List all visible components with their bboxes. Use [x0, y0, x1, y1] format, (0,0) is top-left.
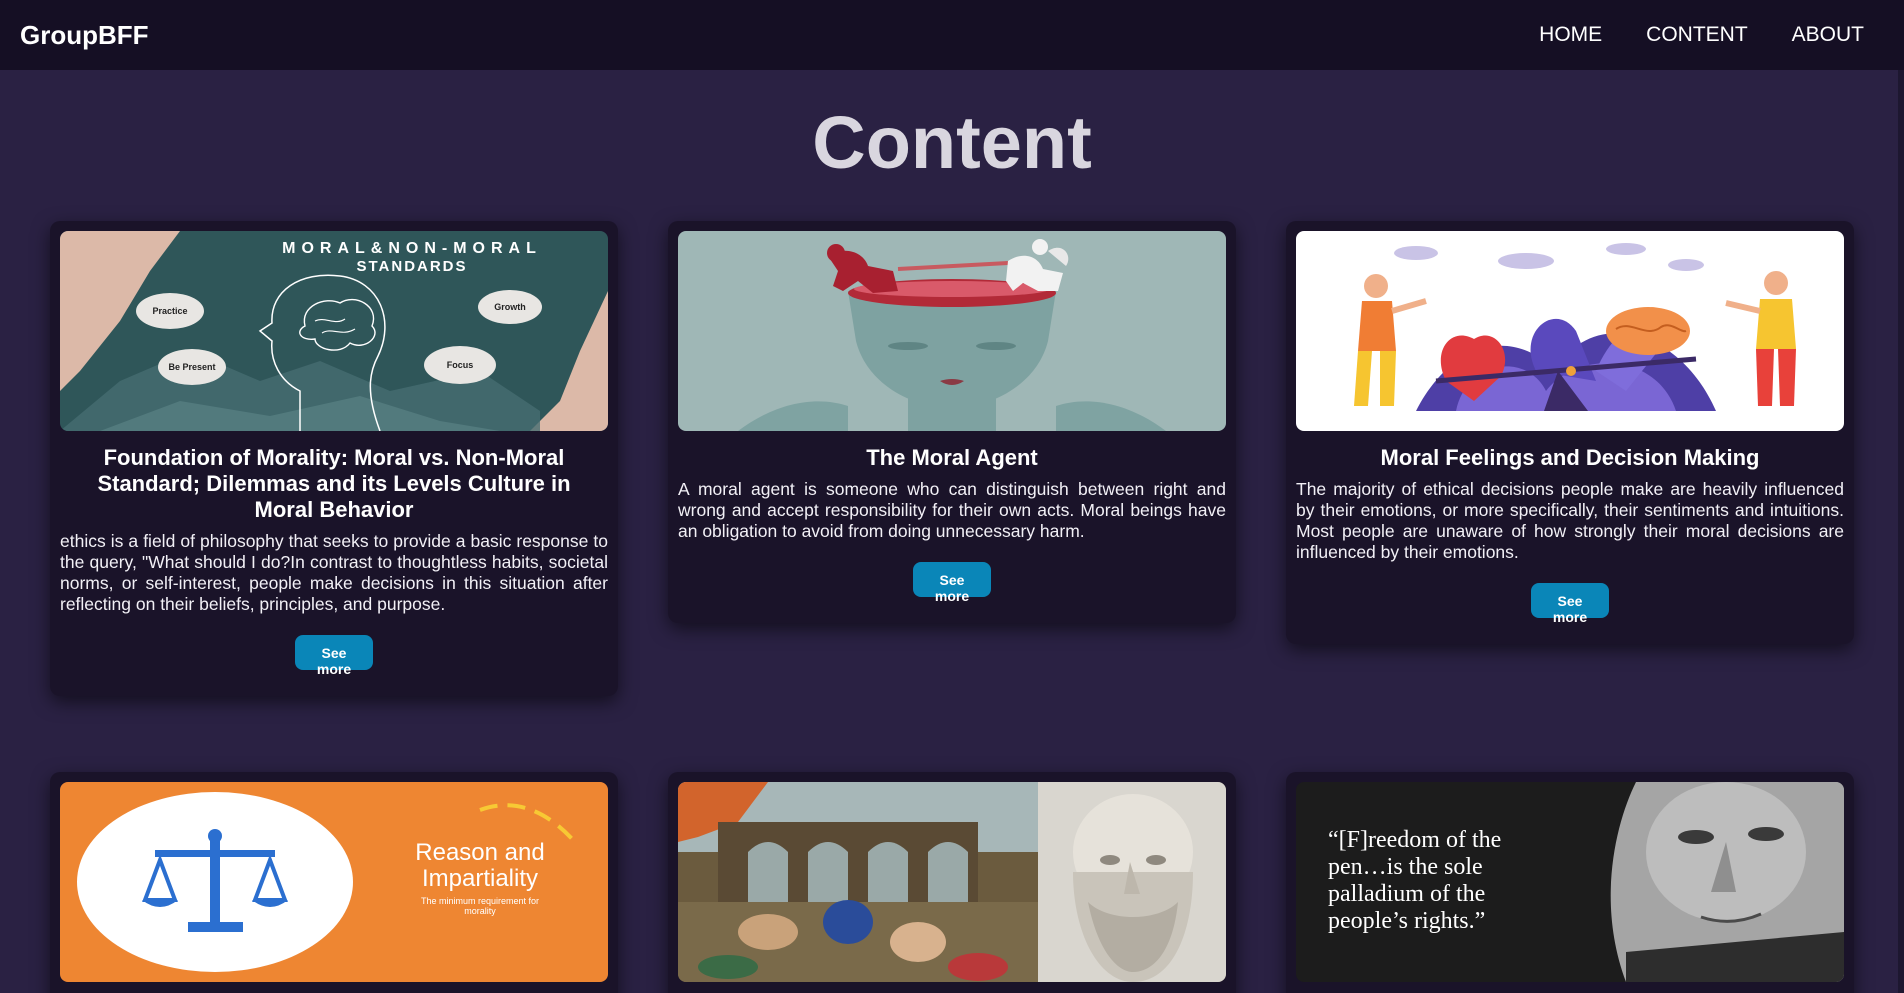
- see-more-button[interactable]: See more: [295, 635, 373, 677]
- top-navbar: GroupBFF HOME CONTENT ABOUT: [0, 0, 1904, 70]
- nav-content-link[interactable]: CONTENT: [1646, 23, 1748, 47]
- page-scrollbar[interactable]: [1898, 70, 1904, 993]
- svg-text:Focus: Focus: [447, 360, 474, 370]
- content-card: MORAL&NON-MORAL STANDARDS Practice Growt…: [50, 221, 618, 696]
- card-title: Moral Feelings and Decision Making: [1380, 445, 1760, 470]
- card-description: ethics is a field of philosophy that see…: [60, 531, 608, 614]
- nav-links: HOME CONTENT ABOUT: [1539, 23, 1864, 47]
- card-image-reason-impartiality: Reason and Impartiality The minimum requ…: [60, 782, 608, 982]
- svg-text:palladium of the: palladium of the: [1328, 881, 1485, 907]
- card-description: The majority of ethical decisions people…: [1296, 479, 1844, 562]
- card-image-classical-philosophy: [678, 782, 1226, 982]
- svg-text:pen…is the sole: pen…is the sole: [1328, 854, 1483, 880]
- svg-text:Growth: Growth: [494, 302, 526, 312]
- content-card: Reason and Impartiality The minimum requ…: [50, 772, 618, 993]
- card-image-moral-agent: [678, 231, 1226, 431]
- card-title: The Moral Agent: [866, 445, 1038, 470]
- card-title: Foundation of Morality: Moral vs. Non-Mo…: [97, 445, 571, 522]
- see-more-button[interactable]: See more: [913, 562, 991, 604]
- svg-text:Reason and: Reason and: [415, 839, 544, 866]
- card-description: A moral agent is someone who can disting…: [678, 479, 1226, 541]
- card-image-moral-feelings: [1296, 231, 1844, 431]
- nav-home-link[interactable]: HOME: [1539, 23, 1602, 47]
- see-more-button[interactable]: See more: [1531, 583, 1609, 625]
- svg-text:“[F]reedom of the: “[F]reedom of the: [1328, 827, 1501, 853]
- nav-about-link[interactable]: ABOUT: [1792, 23, 1864, 47]
- svg-text:Impartiality: Impartiality: [422, 865, 538, 892]
- content-card: “[F]reedom of the pen…is the sole pallad…: [1286, 772, 1854, 993]
- svg-text:STANDARDS: STANDARDS: [356, 258, 467, 275]
- svg-text:Be Present: Be Present: [168, 362, 215, 372]
- content-card: Moral Feelings and Decision Making The m…: [1286, 221, 1854, 644]
- card-image-moral-standards: MORAL&NON-MORAL STANDARDS Practice Growt…: [60, 231, 608, 431]
- page-title: Content: [812, 101, 1092, 184]
- svg-text:MORAL&NON-MORAL: MORAL&NON-MORAL: [282, 240, 542, 257]
- content-card: The Moral Agent A moral agent is someone…: [668, 221, 1236, 623]
- svg-text:Practice: Practice: [152, 306, 187, 316]
- card-image-freedom-quote: “[F]reedom of the pen…is the sole pallad…: [1296, 782, 1844, 982]
- content-card: [668, 772, 1236, 993]
- svg-text:people’s rights.”: people’s rights.”: [1328, 908, 1485, 934]
- brand-logo[interactable]: GroupBFF: [20, 20, 149, 51]
- svg-text:morality: morality: [464, 906, 496, 916]
- svg-text:The minimum requirement for: The minimum requirement for: [421, 896, 539, 906]
